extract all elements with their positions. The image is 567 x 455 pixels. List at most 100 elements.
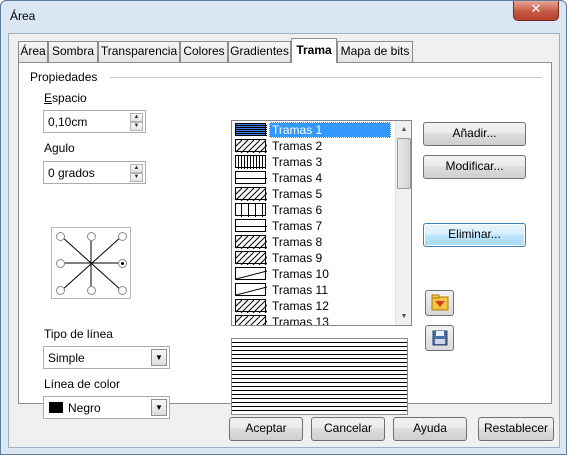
hatch-swatch-icon <box>232 235 279 250</box>
spin-up-icon[interactable]: ▲ <box>130 113 143 122</box>
list-item-label: Tramas 12 <box>272 299 329 313</box>
line-type-value: Simple <box>48 351 85 365</box>
modify-button[interactable]: Modificar... <box>423 155 526 179</box>
list-item[interactable]: Tramas 2 <box>232 138 392 154</box>
list-item-label: Tramas 3 <box>272 155 323 169</box>
angle-radio-45[interactable] <box>118 232 127 241</box>
folder-load-icon <box>431 294 449 311</box>
list-item-label: Tramas 6 <box>272 203 323 217</box>
scroll-thumb[interactable] <box>397 138 411 189</box>
save-disk-icon <box>432 330 448 346</box>
hatch-preview <box>231 338 408 415</box>
angle-radio-270[interactable] <box>87 286 96 295</box>
spin-up-icon[interactable]: ▲ <box>130 164 143 173</box>
hatch-swatch-icon <box>232 139 279 154</box>
hatch-swatch-icon <box>232 299 279 314</box>
list-item[interactable]: Tramas 4 <box>233 170 392 186</box>
cancel-button[interactable]: Cancelar <box>311 417 385 441</box>
hatch-swatch-icon <box>235 203 266 217</box>
angle-radio-0[interactable] <box>118 259 127 268</box>
properties-section-label: Propiedades <box>30 70 98 84</box>
list-item-label: Tramas 11 <box>272 283 329 297</box>
reset-button[interactable]: Restablecer <box>478 417 554 441</box>
tab-mapa-de-bits[interactable]: Mapa de bits <box>337 41 413 62</box>
angle-radio-180[interactable] <box>56 259 65 268</box>
hatch-swatch-icon <box>235 219 267 232</box>
hatch-swatch-icon <box>232 315 279 325</box>
load-hatch-button[interactable] <box>425 290 454 316</box>
list-item-label: Tramas 10 <box>272 267 329 281</box>
list-item-label: Tramas 7 <box>272 219 323 233</box>
chevron-down-icon[interactable]: ▼ <box>151 349 167 366</box>
help-button[interactable]: Ayuda <box>393 417 467 441</box>
hatch-swatch-icon <box>232 251 279 266</box>
list-item-label: Tramas 9 <box>272 251 323 265</box>
angle-value: 0 grados <box>48 166 95 180</box>
hatch-swatch-icon <box>235 267 268 280</box>
color-swatch <box>49 402 63 413</box>
hatch-swatch-icon <box>235 123 267 136</box>
delete-button[interactable]: Eliminar... <box>423 223 526 247</box>
list-item[interactable]: Tramas 11 <box>233 282 392 298</box>
line-color-value: Negro <box>68 401 101 415</box>
spin-down-icon[interactable]: ▼ <box>130 122 143 131</box>
spacing-spinbox[interactable]: 0,10cm ▲ ▼ <box>43 110 146 133</box>
angle-selector[interactable] <box>51 227 131 299</box>
tab-sombra[interactable]: Sombra <box>48 41 98 62</box>
tab-gradientes[interactable]: Gradientes <box>228 41 291 62</box>
tab-transparencia[interactable]: Transparencia <box>98 41 180 62</box>
angle-label: Agulo <box>44 141 75 155</box>
title-bar: Área ✕ <box>1 1 566 33</box>
ok-button[interactable]: Aceptar <box>229 417 303 441</box>
list-item[interactable]: Tramas 10 <box>233 266 392 282</box>
angle-radio-315[interactable] <box>118 286 127 295</box>
angle-radio-225[interactable] <box>56 286 65 295</box>
close-icon[interactable]: ✕ <box>513 1 559 21</box>
spacing-label: Espacio <box>44 91 87 105</box>
dialog-body: Área Sombra Transparencia Colores Gradie… <box>8 33 560 448</box>
list-item[interactable]: Tramas 6 <box>233 202 392 218</box>
list-scrollbar[interactable]: ▲ ▼ <box>395 121 411 325</box>
list-item[interactable]: Tramas 1 <box>233 122 392 138</box>
list-item-label: Tramas 4 <box>272 171 323 185</box>
section-divider <box>110 77 542 78</box>
list-item[interactable]: Tramas 7 <box>233 218 392 234</box>
angle-radio-90[interactable] <box>87 232 96 241</box>
spin-down-icon[interactable]: ▼ <box>130 173 143 182</box>
scroll-down-icon[interactable]: ▼ <box>397 309 411 324</box>
list-item[interactable]: Tramas 12 <box>232 298 392 314</box>
save-hatch-button[interactable] <box>425 325 454 351</box>
chevron-down-icon[interactable]: ▼ <box>151 399 167 416</box>
hatch-swatch-icon <box>235 155 266 169</box>
list-item-label: Tramas 1 <box>269 122 391 138</box>
list-item[interactable]: Tramas 9 <box>232 250 392 266</box>
list-item-label: Tramas 8 <box>272 235 323 249</box>
list-item-label: Tramas 2 <box>272 139 323 153</box>
dialog-window: Área ✕ Área Sombra Transparencia Colores… <box>0 0 567 455</box>
list-item[interactable]: Tramas 3 <box>233 154 392 170</box>
hatch-swatch-icon <box>235 171 267 184</box>
tab-colores[interactable]: Colores <box>180 41 228 62</box>
hatch-preview-lines <box>232 342 407 411</box>
hatch-swatch-icon <box>232 187 279 202</box>
tab-trama[interactable]: Trama <box>291 38 337 63</box>
tab-area[interactable]: Área <box>18 41 48 62</box>
add-button[interactable]: Añadir... <box>423 122 526 146</box>
scroll-up-icon[interactable]: ▲ <box>397 122 411 137</box>
spacing-value: 0,10cm <box>48 115 88 129</box>
hatch-list[interactable]: Tramas 1 Tramas 2 Tramas 3 Tramas 4 Tramas 5… <box>231 120 412 326</box>
line-type-select[interactable]: Simple ▼ <box>43 346 170 369</box>
hatch-swatch-icon <box>235 283 268 296</box>
list-item[interactable]: Tramas 13 <box>232 314 392 326</box>
line-type-label: Tipo de línea <box>44 327 113 341</box>
angle-spinbox[interactable]: 0 grados ▲ ▼ <box>43 161 146 184</box>
line-color-label: Línea de color <box>44 377 121 391</box>
list-item[interactable]: Tramas 8 <box>232 234 392 250</box>
list-item-label: Tramas 13 <box>272 315 329 326</box>
list-item-label: Tramas 5 <box>272 187 323 201</box>
angle-radio-135[interactable] <box>56 232 65 241</box>
line-color-select[interactable]: Negro ▼ <box>43 396 170 419</box>
tab-panel-trama: Propiedades Espacio 0,10cm ▲ ▼ Agulo 0 g… <box>18 62 552 419</box>
list-item[interactable]: Tramas 5 <box>232 186 392 202</box>
window-title: Área <box>10 9 36 23</box>
